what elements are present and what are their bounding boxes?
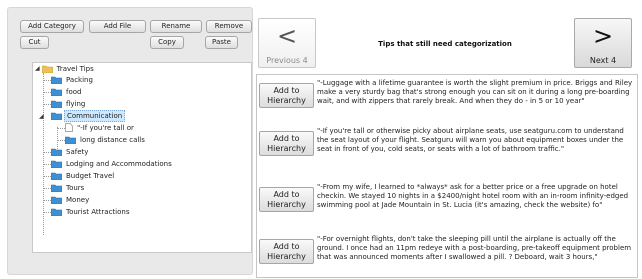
tip-text: "-For overnight flights, don't take the …: [317, 235, 632, 261]
add-to-hierarchy-button[interactable]: Add to Hierarchy: [259, 131, 314, 156]
tip-row: Add to Hierarchy "-From my wife, I learn…: [257, 183, 637, 223]
add-button-line-1: Add to: [273, 134, 300, 143]
tip-row: Add to Hierarchy "-For overnight flights…: [257, 235, 637, 275]
tree-item-label: flying: [66, 99, 86, 108]
tree-item-packing[interactable]: Packing: [51, 74, 95, 85]
add-button-line-2: Hierarchy: [267, 200, 306, 209]
tree-item-label: Tours: [66, 183, 85, 192]
tree-item-label: Tourist Attractions: [66, 207, 130, 216]
next-button[interactable]: > Next 4: [574, 18, 632, 68]
tree-item-tours[interactable]: Tours: [51, 182, 86, 193]
tree-item-money[interactable]: Money: [51, 194, 91, 205]
tip-row: Add to Hierarchy "-If you're tall or oth…: [257, 127, 637, 167]
tree-item-long-distance-calls[interactable]: long distance calls: [65, 134, 147, 145]
previous-label: Previous 4: [266, 56, 308, 65]
hierarchy-panel: Add Category Add File Rename Remove Cut …: [7, 7, 253, 275]
add-button-line-2: Hierarchy: [267, 144, 306, 153]
collapse-icon[interactable]: ◢: [39, 114, 44, 120]
tree-guide: [43, 80, 51, 81]
tree-guide: [43, 200, 51, 201]
folder-icon: [51, 160, 62, 168]
tree-guide: [57, 140, 65, 141]
category-tree: ◢ Travel Tips Packing food flying ◢ Comm…: [32, 62, 252, 253]
tip-text: "-From my wife, I learned to *always* as…: [317, 183, 629, 209]
paste-button[interactable]: Paste: [205, 36, 238, 49]
tree-guide: [43, 176, 51, 177]
folder-icon: [51, 76, 62, 84]
tree-item-label: Lodging and Accommodations: [66, 159, 172, 168]
folder-icon: [51, 112, 62, 120]
tree-item-flying[interactable]: flying: [51, 98, 87, 109]
folder-icon: [65, 136, 76, 144]
add-button-line-2: Hierarchy: [267, 96, 306, 105]
tree-item-food[interactable]: food: [51, 86, 83, 97]
next-label: Next 4: [589, 56, 617, 65]
tree-item-label: long distance calls: [80, 135, 145, 144]
rename-button[interactable]: Rename: [150, 20, 202, 33]
uncategorized-tips-panel: < Previous 4 Tips that still need catego…: [254, 14, 639, 278]
tip-row: Add to Hierarchy "-Luggage with a lifeti…: [257, 79, 637, 119]
app-window: Add Category Add File Rename Remove Cut …: [0, 0, 642, 279]
tree-guide: [43, 212, 51, 213]
collapse-icon[interactable]: ◢: [35, 65, 40, 72]
add-button-line-1: Add to: [273, 86, 300, 95]
tip-text: "-Luggage with a lifetime guarantee is w…: [317, 79, 633, 105]
folder-icon: [51, 88, 62, 96]
tree-item-label: Communication: [64, 109, 126, 122]
folder-icon: [51, 100, 62, 108]
tree-item-label: "-If you're tall or: [77, 123, 134, 132]
tree-item-lodging[interactable]: Lodging and Accommodations: [51, 158, 174, 169]
copy-button[interactable]: Copy: [150, 36, 184, 49]
add-file-button[interactable]: Add File: [89, 20, 146, 33]
tree-guide: [43, 164, 51, 165]
tree-guide: [43, 73, 44, 235]
tree-root[interactable]: ◢ Travel Tips: [33, 63, 96, 74]
add-button-line-1: Add to: [273, 242, 300, 251]
tree-item-label: Money: [66, 195, 90, 204]
chevron-left-icon: <: [276, 22, 298, 50]
tree-item-budget-travel[interactable]: Budget Travel: [51, 170, 116, 181]
add-to-hierarchy-button[interactable]: Add to Hierarchy: [259, 239, 314, 264]
tree-item-label: Budget Travel: [66, 171, 115, 180]
tree-guide: [57, 128, 65, 129]
add-category-button[interactable]: Add Category: [20, 20, 84, 33]
tree-item-label: food: [66, 87, 82, 96]
tree-item-label: Packing: [66, 75, 93, 84]
add-to-hierarchy-button[interactable]: Add to Hierarchy: [259, 83, 314, 108]
previous-button[interactable]: < Previous 4: [258, 18, 316, 68]
file-icon: [65, 123, 73, 132]
tree-item-communication[interactable]: Communication: [51, 109, 126, 122]
tree-guide: [43, 152, 51, 153]
folder-icon: [51, 196, 62, 204]
panel-title: Tips that still need categorization: [378, 40, 512, 48]
add-button-line-1: Add to: [273, 190, 300, 199]
tips-list: Add to Hierarchy "-Luggage with a lifeti…: [256, 74, 638, 278]
folder-open-icon: [41, 65, 53, 73]
add-button-line-2: Hierarchy: [267, 252, 306, 261]
remove-button[interactable]: Remove: [206, 20, 252, 33]
tree-guide: [43, 188, 51, 189]
folder-icon: [51, 172, 62, 180]
tree-guide: [43, 104, 51, 105]
tree-item-tip-file[interactable]: "-If you're tall or: [65, 122, 136, 133]
cut-button[interactable]: Cut: [20, 36, 49, 49]
folder-icon: [51, 208, 62, 216]
chevron-right-icon: >: [592, 22, 614, 50]
tree-item-label: Safety: [66, 147, 89, 156]
add-to-hierarchy-button[interactable]: Add to Hierarchy: [259, 187, 314, 212]
folder-icon: [51, 148, 62, 156]
tip-text: "-If you're tall or otherwise picky abou…: [317, 127, 624, 153]
tree-item-tourist-attractions[interactable]: Tourist Attractions: [51, 206, 131, 217]
folder-icon: [51, 184, 62, 192]
tree-item-safety[interactable]: Safety: [51, 146, 90, 157]
tree-root-label: Travel Tips: [56, 64, 94, 73]
tree-guide: [43, 92, 51, 93]
